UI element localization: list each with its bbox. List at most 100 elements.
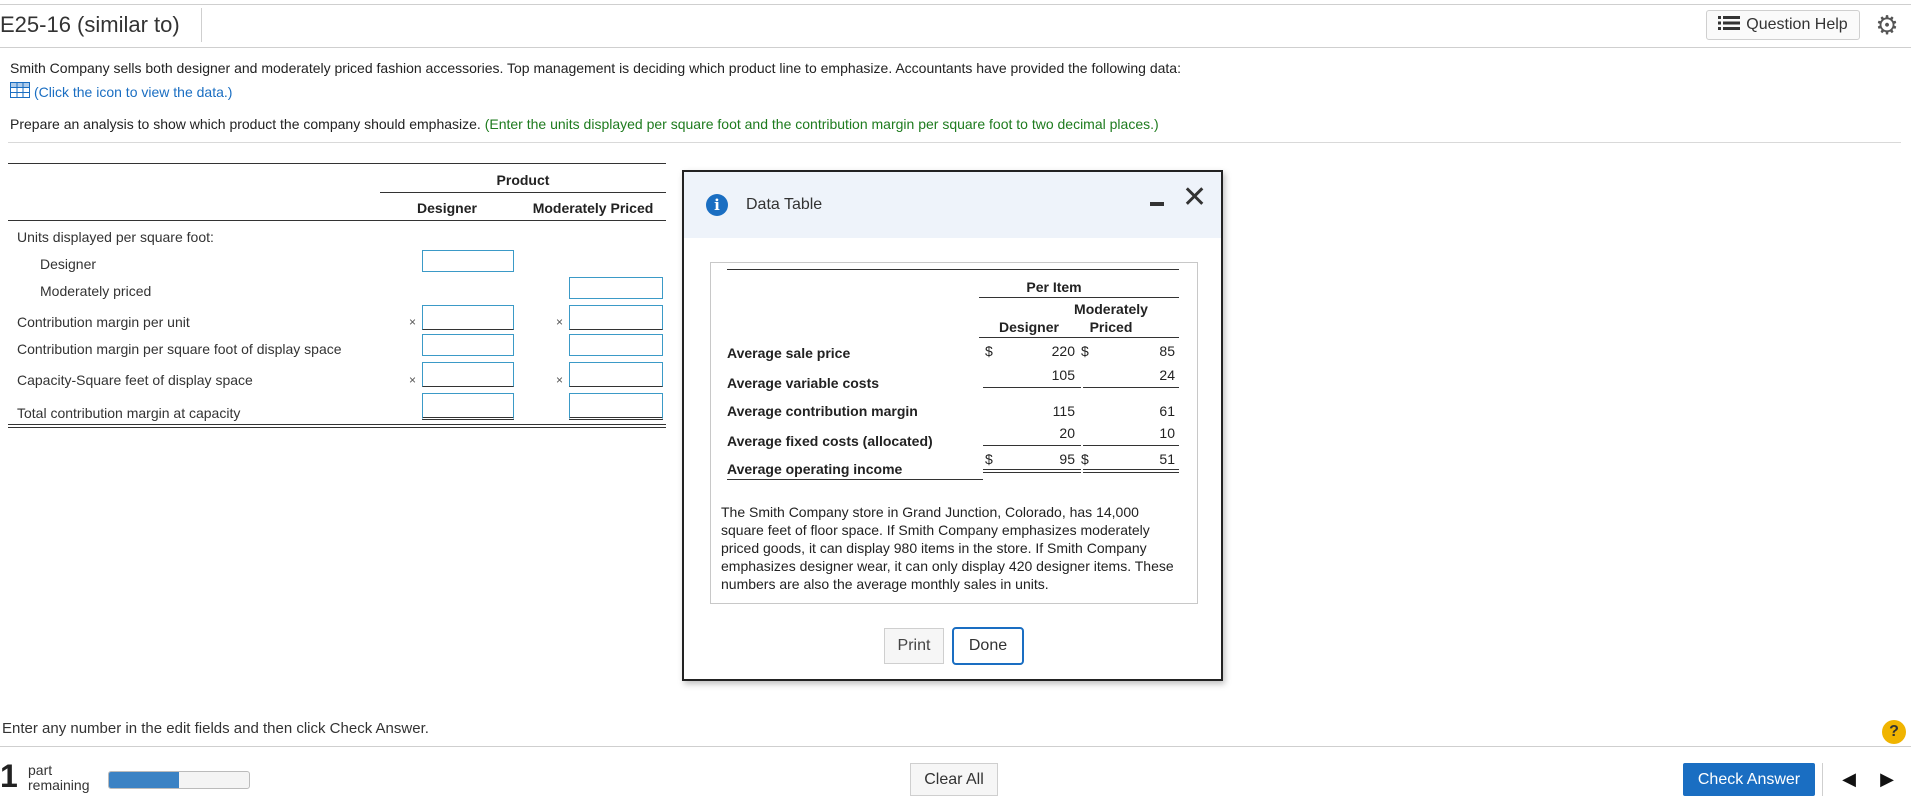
row-label-cm-per-unit: Contribution margin per unit: [17, 314, 190, 330]
designer-cm-sqft-input[interactable]: [422, 334, 514, 356]
row-label-contribution-margin: Average contribution margin: [727, 403, 918, 419]
data-table-dialog: i Data Table ✕ Per Item Moderately Desig…: [682, 170, 1223, 681]
row-label-moderately-priced: Moderately priced: [40, 283, 152, 299]
times-symbol: ×: [409, 315, 417, 329]
progress-bar: [108, 771, 250, 789]
column-header-rule: [979, 337, 1179, 338]
list-icon: [1718, 15, 1741, 36]
header-divider: [0, 47, 1911, 48]
view-data-label[interactable]: (Click the icon to view the data.): [34, 84, 232, 100]
moderate-variable-costs: 24: [1159, 367, 1175, 383]
nav-divider: [1822, 763, 1823, 796]
column-header-moderately-priced: Moderately Priced: [532, 200, 654, 216]
instruction-hint: (Enter the units displayed per square fo…: [484, 116, 1159, 132]
product-header-rule: [380, 192, 666, 193]
info-icon: i: [706, 194, 728, 216]
table-top-rule: [727, 269, 1179, 270]
question-divider: [8, 142, 1901, 143]
minimize-icon[interactable]: [1150, 202, 1164, 206]
designer-units-input[interactable]: [422, 250, 514, 272]
subtotal-rule-moderate: [1083, 445, 1179, 446]
total-rule-designer: [983, 469, 1081, 470]
print-button[interactable]: Print: [884, 628, 944, 664]
moderate-cm-unit-input[interactable]: [569, 305, 663, 330]
analysis-top-rule: [8, 163, 666, 164]
analysis-bottom-rule: [8, 424, 666, 428]
designer-cm-unit-input[interactable]: [422, 305, 514, 330]
table-icon[interactable]: [10, 82, 30, 101]
times-symbol: ×: [556, 373, 564, 387]
row-label-designer: Designer: [40, 256, 97, 272]
store-note: The Smith Company store in Grand Junctio…: [721, 504, 1174, 592]
parts-remaining-label: part remaining: [28, 763, 89, 793]
moderate-cm-sqft-input[interactable]: [569, 334, 663, 356]
row-label-cm-per-square-foot: Contribution margin per square foot of d…: [17, 341, 342, 357]
times-symbol: ×: [556, 315, 564, 329]
designer-operating-income: 95: [1059, 451, 1075, 467]
row-label-operating-income: Average operating income: [727, 461, 903, 477]
next-icon[interactable]: ▶: [1870, 763, 1904, 796]
help-icon[interactable]: ?: [1882, 720, 1906, 744]
question-instruction: Prepare an analysis to show which produc…: [10, 116, 1159, 132]
row-label-units-displayed: Units displayed per square foot:: [17, 229, 214, 245]
data-table-box: Per Item Moderately Designer Priced Aver…: [710, 262, 1198, 604]
parts-remaining-count: 1: [0, 758, 18, 794]
times-symbol: ×: [409, 373, 417, 387]
currency-symbol: $: [985, 343, 993, 359]
moderate-units-input[interactable]: [569, 277, 663, 299]
view-data-link[interactable]: (Click the icon to view the data.): [10, 82, 232, 101]
row-label-sale-price: Average sale price: [727, 345, 851, 361]
column-header-moderately: Moderately: [1074, 301, 1148, 317]
instruction-text: Prepare an analysis to show which produc…: [10, 116, 481, 132]
total-rule-moderate: [1083, 472, 1179, 473]
moderate-total-cm-input[interactable]: [569, 393, 663, 420]
currency-symbol: $: [985, 451, 993, 467]
clear-all-button[interactable]: Clear All: [910, 763, 998, 796]
done-button[interactable]: Done: [952, 627, 1024, 665]
title-divider: [201, 8, 202, 42]
dialog-title: Data Table: [746, 196, 823, 213]
column-header-designer: Designer: [417, 200, 477, 216]
designer-fixed-costs: 20: [1059, 425, 1075, 441]
designer-capacity-input[interactable]: [422, 362, 514, 387]
designer-variable-costs: 105: [1051, 367, 1075, 383]
moderate-fixed-costs: 10: [1159, 425, 1175, 441]
subtotal-rule-designer: [983, 445, 1081, 446]
designer-contribution-margin: 115: [1052, 403, 1075, 419]
designer-total-cm-input[interactable]: [422, 393, 514, 420]
designer-sale-price: 220: [1051, 343, 1075, 359]
question-intro: Smith Company sells both designer and mo…: [10, 60, 1181, 76]
moderate-contribution-margin: 61: [1159, 403, 1175, 419]
header-rule: [8, 220, 666, 221]
total-rule-moderate: [1083, 469, 1179, 470]
progress-fill: [109, 772, 179, 788]
part-word: part: [28, 762, 53, 778]
currency-symbol: $: [1081, 343, 1089, 359]
previous-icon[interactable]: ◀: [1832, 763, 1866, 796]
moderate-operating-income: 51: [1159, 451, 1175, 467]
per-item-header: Per Item: [1026, 279, 1082, 295]
subtotal-rule-designer: [983, 387, 1081, 388]
row-label-variable-costs: Average variable costs: [727, 375, 880, 391]
question-help-label: Question Help: [1746, 16, 1848, 33]
column-header-priced: Priced: [1089, 319, 1133, 335]
instruction-footer: Enter any number in the edit fields and …: [2, 720, 429, 737]
total-rule-designer: [983, 472, 1081, 473]
question-help-button[interactable]: Question Help: [1706, 10, 1860, 40]
moderate-sale-price: 85: [1159, 343, 1175, 359]
row-label-fixed-costs: Average fixed costs (allocated): [727, 433, 933, 449]
subtotal-rule-moderate: [1083, 387, 1179, 388]
page-title: E25-16 (similar to): [0, 12, 180, 37]
remaining-word: remaining: [28, 777, 90, 793]
row-label-total-cm: Total contribution margin at capacity: [17, 405, 241, 421]
label-bottom-rule: [727, 479, 983, 480]
row-label-capacity: Capacity-Square feet of display space: [17, 372, 253, 388]
moderate-capacity-input[interactable]: [569, 362, 663, 387]
check-answer-button[interactable]: Check Answer: [1683, 763, 1815, 796]
per-item-rule: [979, 297, 1179, 298]
top-border: [0, 4, 1911, 5]
footer-divider: [0, 746, 1911, 747]
gear-icon[interactable]: ⚙: [1872, 10, 1902, 40]
close-icon[interactable]: ✕: [1182, 180, 1207, 216]
currency-symbol: $: [1081, 451, 1089, 467]
